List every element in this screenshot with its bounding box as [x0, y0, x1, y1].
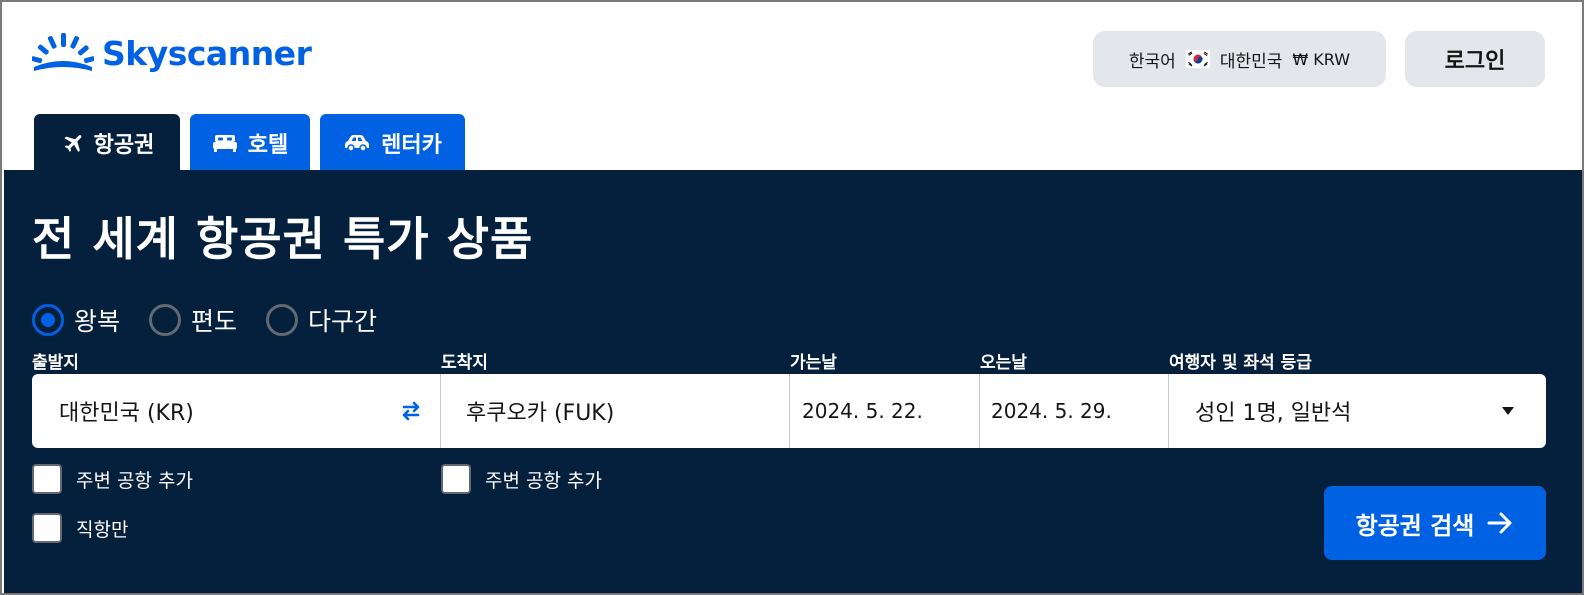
divider: [789, 374, 790, 448]
search-flights-button[interactable]: 항공권 검색: [1324, 486, 1546, 560]
nearby-origin-checkbox[interactable]: [32, 464, 62, 494]
origin-input[interactable]: 대한민국 (KR): [59, 374, 399, 448]
tab-car-hire[interactable]: 렌터카: [320, 114, 465, 171]
nearby-origin-option[interactable]: 주변 공항 추가: [32, 464, 193, 494]
destination-input[interactable]: 후쿠오카 (FUK): [466, 374, 786, 448]
currency-label: ₩ KRW: [1292, 49, 1351, 69]
direct-only-checkbox[interactable]: [32, 513, 62, 543]
korea-flag-icon: [1185, 50, 1210, 68]
divider: [1168, 374, 1169, 448]
nearby-origin-label: 주변 공항 추가: [76, 469, 193, 492]
direct-only-label: 직항만: [76, 518, 129, 541]
return-date-input[interactable]: 2024. 5. 29.: [991, 374, 1171, 448]
swap-arrows-icon: [402, 401, 420, 421]
caret-down-icon: [1502, 407, 1514, 415]
search-button-label: 항공권 검색: [1355, 511, 1475, 540]
direct-only-option[interactable]: 직항만: [32, 513, 128, 543]
trip-type-round-trip[interactable]: 왕복: [32, 302, 120, 338]
travellers-cabin-selector[interactable]: 성인 1명, 일반석: [1195, 374, 1495, 448]
car-icon: [345, 134, 370, 152]
bed-icon: [212, 134, 237, 152]
depart-date-input[interactable]: 2024. 5. 22.: [802, 374, 982, 448]
swap-button[interactable]: [396, 374, 426, 448]
tab-flights-label: 항공권: [93, 132, 155, 158]
brand-name: Skyscanner: [102, 33, 312, 73]
skyscanner-logo[interactable]: Skyscanner: [32, 28, 312, 78]
return-label: 오는날: [980, 353, 1027, 373]
page: Skyscanner 한국어 대한민국 ₩ KRW 로그인 항공권 호텔 렌터카…: [0, 0, 1584, 595]
destination-value: 후쿠오카 (FUK): [466, 401, 615, 426]
nearby-destination-checkbox[interactable]: [441, 464, 471, 494]
login-button[interactable]: 로그인: [1405, 31, 1545, 87]
multi-city-radio[interactable]: [266, 304, 298, 336]
origin-value: 대한민국 (KR): [59, 401, 194, 426]
tab-hotels-label: 호텔: [247, 132, 289, 158]
search-controls: 대한민국 (KR) 후쿠오카 (FUK) 2024. 5. 22. 2024. …: [32, 374, 1546, 448]
country-label: 대한민국: [1219, 51, 1283, 72]
nearby-destination-option[interactable]: 주변 공항 추가: [441, 464, 602, 494]
language-label: 한국어: [1128, 51, 1176, 72]
depart-date-value: 2024. 5. 22.: [802, 399, 923, 423]
travellers-value: 성인 1명, 일반석: [1195, 401, 1352, 426]
destination-label: 도착지: [441, 353, 488, 373]
trip-type-one-way[interactable]: 편도: [149, 302, 237, 338]
nearby-destination-label: 주변 공항 추가: [485, 469, 602, 492]
one-way-radio[interactable]: [149, 304, 181, 336]
travellers-dropdown-toggle[interactable]: [1498, 374, 1518, 448]
locale-currency-selector[interactable]: 한국어 대한민국 ₩ KRW: [1093, 31, 1386, 87]
plane-icon: [64, 134, 82, 152]
return-date-value: 2024. 5. 29.: [991, 399, 1112, 423]
trip-type-multi-city[interactable]: 다구간: [266, 302, 377, 338]
tab-flights[interactable]: 항공권: [34, 114, 180, 171]
multi-city-label: 다구간: [308, 307, 378, 336]
arrow-right-icon: [1487, 512, 1512, 534]
round-trip-radio[interactable]: [32, 304, 64, 336]
round-trip-label: 왕복: [74, 307, 121, 336]
travellers-label: 여행자 및 좌석 등급: [1169, 353, 1312, 373]
divider: [440, 374, 441, 448]
sunrise-logo-icon: [32, 33, 94, 71]
depart-label: 가는날: [790, 353, 837, 373]
tab-car-hire-label: 렌터카: [381, 132, 442, 158]
tab-hotels[interactable]: 호텔: [190, 114, 310, 171]
divider: [979, 374, 980, 448]
page-title: 전 세계 항공권 특가 상품: [32, 212, 534, 266]
one-way-label: 편도: [191, 307, 238, 336]
origin-label: 출발지: [32, 353, 79, 373]
